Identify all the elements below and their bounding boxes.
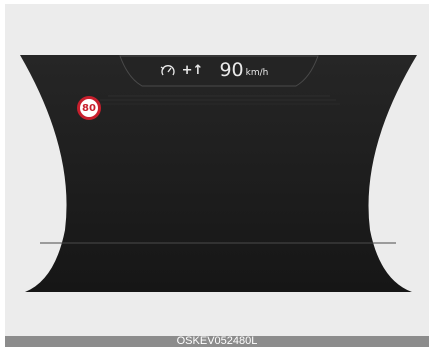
speed-limit-sign: 80 bbox=[77, 96, 101, 120]
figure-code: OSKEV052480L bbox=[176, 336, 258, 347]
figure-code-bar: OSKEV052480L bbox=[5, 336, 429, 347]
cluster-display bbox=[20, 55, 417, 292]
cruise-bar: +↑ 90 km/h bbox=[114, 56, 314, 90]
set-speed-value: 90 bbox=[219, 59, 244, 81]
speed-limit-value: 80 bbox=[82, 102, 96, 114]
speed-limit-gauge-icon bbox=[160, 65, 175, 76]
speed-unit: km/h bbox=[245, 67, 269, 78]
cruise-speed-row: +↑ 90 km/h bbox=[114, 56, 314, 84]
increment-symbol: +↑ bbox=[181, 62, 204, 78]
